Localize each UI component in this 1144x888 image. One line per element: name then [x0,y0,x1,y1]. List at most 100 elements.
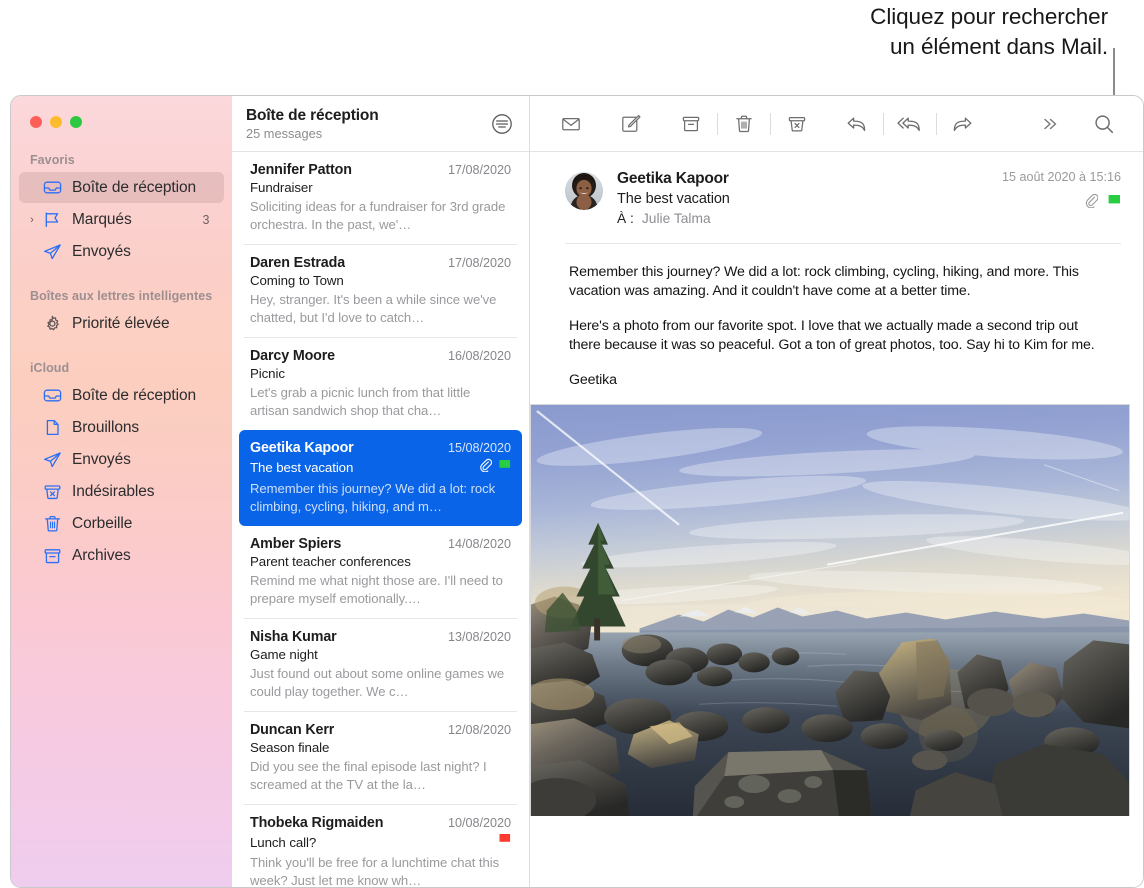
message-preview: Did you see the final episode last night… [250,758,511,793]
toolbar-separator [936,113,937,135]
message-list-item[interactable]: Daren Estrada 17/08/2020 Coming to Town … [239,245,522,337]
more-button[interactable] [1031,109,1069,139]
gear-icon [42,314,63,333]
message-item-icons [479,458,511,477]
sent-icon [42,242,63,261]
message-item-top: Darcy Moore 16/08/2020 [250,348,511,364]
message-list[interactable]: Jennifer Patton 17/08/2020 Fundraiser So… [232,152,529,887]
message-item-subject-row: The best vacation [250,458,511,477]
window-traffic-lights [11,96,232,128]
message-item-top: Jennifer Patton 17/08/2020 [250,162,511,178]
sidebar-section-title: iCloud [11,361,232,375]
sidebar-item-marqu-s[interactable]: › Marqués 3 [19,204,224,235]
message-preview: Remember this journey? We did a lot: roc… [250,480,511,515]
message-item-subject-row: Fundraiser [250,180,511,195]
archive-button[interactable] [672,109,710,139]
chevron-right-icon[interactable]: › [27,215,37,225]
sidebar-item-label: Priorité élevée [72,315,170,333]
message-list-item[interactable]: Nisha Kumar 13/08/2020 Game night Just f… [239,619,522,711]
message-meta-icons [1002,193,1121,213]
sidebar-item-envoy-s[interactable]: Envoyés [19,236,224,267]
sidebar-item-priorit-lev-e[interactable]: Priorité élevée [19,308,224,339]
toolbar-separator [717,113,718,135]
sidebar-item-corbeille[interactable]: Corbeille [19,508,224,539]
sidebar-item-label: Indésirables [72,483,154,501]
message-list-header-text: Boîte de réception 25 messages [246,106,491,142]
flag-icon [42,210,63,229]
sent-icon [42,450,63,469]
mark-unread-button[interactable] [552,109,590,139]
message-count: 25 messages [246,126,491,142]
message-item-subject-row: Parent teacher conferences [250,554,511,569]
message-subject-text: Fundraiser [250,180,505,195]
message-item-top: Amber Spiers 14/08/2020 [250,536,511,552]
message-list-item[interactable]: Duncan Kerr 12/08/2020 Season finale Did… [239,712,522,804]
sidebar-item-archives[interactable]: Archives [19,540,224,571]
reading-pane-column: Geetika Kapoor The best vacation À :Juli… [530,96,1143,887]
sidebar-item-label: Archives [72,547,131,565]
message-item-subject-row: Game night [250,647,511,662]
message-list-item[interactable]: Amber Spiers 14/08/2020 Parent teacher c… [239,526,522,618]
sidebar: Favoris Boîte de réception› Marqués3 Env… [11,96,232,887]
message-preview: Let's grab a picnic lunch from that litt… [250,384,511,419]
message-item-subject-row: Coming to Town [250,273,511,288]
sidebar-item-envoy-s[interactable]: Envoyés [19,444,224,475]
sidebar-sections: Favoris Boîte de réception› Marqués3 Env… [11,153,232,571]
reply-button[interactable] [838,109,876,139]
message-sender-name: Darcy Moore [250,348,335,364]
message-list-item[interactable]: Geetika Kapoor 15/08/2020 The best vacat… [239,430,522,526]
message-list-header: Boîte de réception 25 messages [232,96,529,152]
message-sender-name: Thobeka Rigmaiden [250,815,383,831]
toolbar-separator [770,113,771,135]
message-list-item[interactable]: Darcy Moore 16/08/2020 Picnic Let's grab… [239,338,522,430]
trash-icon [42,514,63,533]
delete-button[interactable] [725,109,763,139]
message-list-column: Boîte de réception 25 messages Jennifer … [232,96,530,887]
message-list-item[interactable]: Jennifer Patton 17/08/2020 Fundraiser So… [239,152,522,244]
message-preview: Think you'll be free for a lunchtime cha… [250,854,511,887]
message-subject-text: Game night [250,647,505,662]
message-item-subject-row: Picnic [250,366,511,381]
lake-tahoe-boulders-photo[interactable] [530,404,1130,816]
flag-icon[interactable] [1108,194,1121,213]
filter-icon[interactable] [491,113,513,135]
paperclip-icon [479,458,492,477]
sidebar-item-badge: 3 [199,213,213,227]
reply-all-button[interactable] [891,109,929,139]
recipient-value[interactable]: Julie Talma [642,211,711,226]
message-date: 14/08/2020 [448,537,511,551]
compose-button[interactable] [612,109,650,139]
message-preview: Remind me what night those are. I'll nee… [250,572,511,607]
maximize-button[interactable] [70,116,82,128]
search-icon[interactable] [1085,109,1123,139]
sidebar-item-bo-te-de-r-ception[interactable]: Boîte de réception [19,172,224,203]
sidebar-item-ind-sirables[interactable]: Indésirables [19,476,224,507]
sidebar-item-bo-te-de-r-ception[interactable]: Boîte de réception [19,380,224,411]
message-date: 12/08/2020 [448,723,511,737]
message-sender-name: Jennifer Patton [250,162,352,178]
forward-button[interactable] [944,109,982,139]
paperclip-icon[interactable] [1085,193,1098,213]
message-sender-name: Duncan Kerr [250,722,334,738]
close-button[interactable] [30,116,42,128]
minimize-button[interactable] [50,116,62,128]
message-list-item[interactable]: Thobeka Rigmaiden 10/08/2020 Lunch call?… [239,805,522,887]
message-item-top: Geetika Kapoor 15/08/2020 [250,440,511,456]
message-subject-text: Coming to Town [250,273,505,288]
message-date: 17/08/2020 [448,163,511,177]
junk-icon [42,482,63,501]
sidebar-item-label: Corbeille [72,515,132,533]
sidebar-item-label: Marqués [72,211,132,229]
message-subject-text: The best vacation [250,460,473,475]
sidebar-item-brouillons[interactable]: Brouillons [19,412,224,443]
message-subject-text: Season finale [250,740,505,755]
message-item-top: Nisha Kumar 13/08/2020 [250,629,511,645]
callout-annotation: Cliquez pour rechercher un élément dans … [0,0,1144,96]
message-sender-name: Amber Spiers [250,536,341,552]
message-body-paragraph: Here's a photo from our favorite spot. I… [569,317,1113,355]
message-date: 15/08/2020 [448,441,511,455]
message-sender-name: Geetika Kapoor [250,440,354,456]
junk-button[interactable] [778,109,816,139]
message-subject-text: Parent teacher conferences [250,554,505,569]
message-attachment-area [530,404,1143,887]
